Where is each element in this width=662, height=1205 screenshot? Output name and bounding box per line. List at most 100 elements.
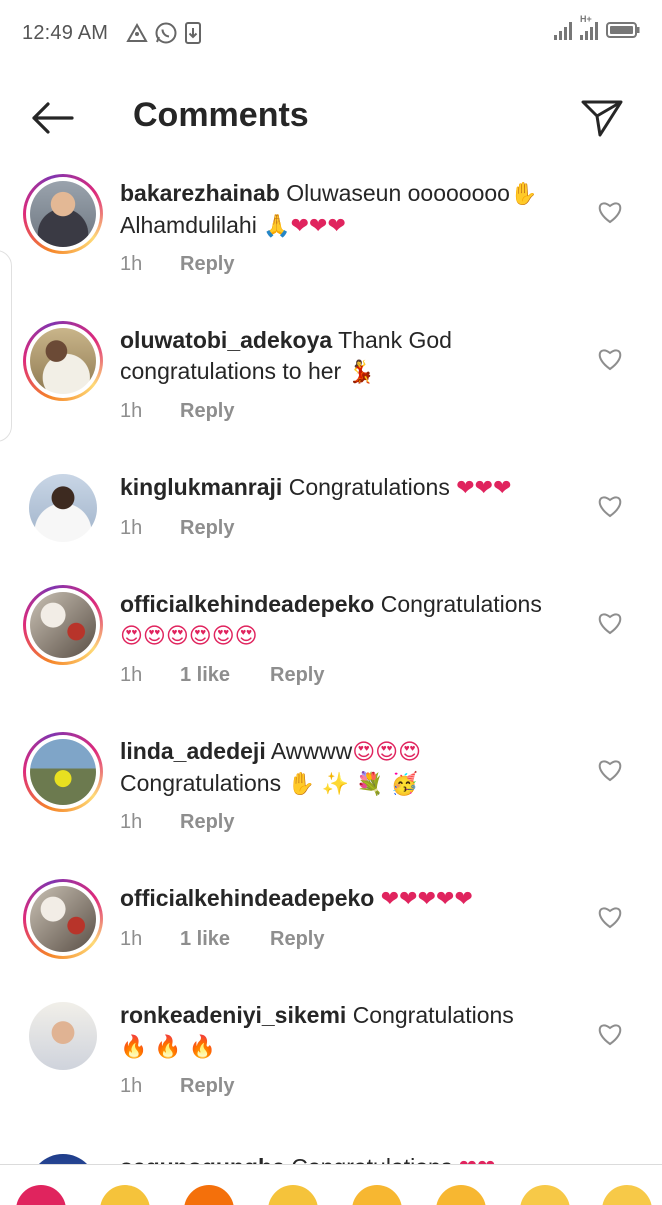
comment-time: 1h xyxy=(120,253,143,275)
avatar[interactable] xyxy=(23,174,103,254)
comment-time: 1h xyxy=(120,928,143,950)
comment-username[interactable]: officialkehindeadepeko xyxy=(120,885,374,911)
avatar[interactable] xyxy=(23,321,103,401)
red-heart-icon: ❤❤❤ xyxy=(290,214,346,239)
avatar[interactable] xyxy=(23,732,103,812)
red-heart-icon: ❤❤❤ xyxy=(456,476,512,501)
avatar[interactable] xyxy=(23,996,103,1076)
reply-button[interactable]: Reply xyxy=(180,811,234,834)
comment-body: ronkeadeniyi_sikemi Congratulations 🔥 🔥 … xyxy=(120,1000,580,1063)
reply-button[interactable]: Reply xyxy=(180,517,234,540)
comment-text-line2: Congratulations xyxy=(120,770,282,796)
comment-body: kinglukmanraji Congratulations ❤❤❤ xyxy=(120,472,580,504)
back-arrow-icon xyxy=(32,102,74,134)
reply-button[interactable]: Reply xyxy=(270,928,324,951)
comment-username[interactable]: ronkeadeniyi_sikemi xyxy=(120,1002,346,1028)
status-bar: 12:49 AM H+ xyxy=(0,0,662,66)
comment-meta: 1h Reply xyxy=(120,400,234,423)
avatar[interactable] xyxy=(23,1148,103,1164)
system-icons: H+ xyxy=(554,14,640,40)
crying-face-icon[interactable] xyxy=(352,1185,402,1205)
comment-text-line2: congratulations to her xyxy=(120,358,342,384)
triangle-icon xyxy=(126,22,148,42)
comment-text: Oluwaseun oooooooo xyxy=(286,180,510,206)
heart-outline-icon xyxy=(598,202,622,224)
heart-eyes-icon: 😍😍😍 xyxy=(352,740,422,765)
dancer-icon: 💃 xyxy=(347,360,375,385)
like-button[interactable] xyxy=(596,903,624,931)
comment-meta: 1h 1 like Reply xyxy=(120,928,324,951)
comment-username[interactable]: kinglukmanraji xyxy=(120,474,282,500)
clap-icon: ✋ xyxy=(509,182,538,207)
reply-button[interactable]: Reply xyxy=(180,400,234,423)
avatar[interactable] xyxy=(23,585,103,665)
comment-username[interactable]: officialkehindeadepeko xyxy=(120,591,374,617)
share-button[interactable] xyxy=(578,96,626,140)
back-button[interactable] xyxy=(28,96,76,140)
signal-icon xyxy=(554,20,572,40)
heart-outline-icon xyxy=(598,907,622,929)
comment-text: Congratulations xyxy=(380,591,542,617)
like-button[interactable] xyxy=(596,756,624,784)
comment-username[interactable]: linda_adedeji xyxy=(120,738,266,764)
red-heart-icon: ❤❤ xyxy=(459,1156,496,1164)
comment-time: 1h xyxy=(120,811,143,833)
pray-icon: 🙏 xyxy=(263,214,291,239)
download-icon xyxy=(185,22,202,44)
page-title: Comments xyxy=(133,96,309,134)
comment-text: Congratulations xyxy=(288,474,450,500)
comment-likes[interactable]: 1 like xyxy=(180,664,270,687)
heart-eyes-icon: 😍😍😍😍😍😍 xyxy=(120,624,258,649)
fire-icon[interactable] xyxy=(184,1185,234,1205)
comment-body: oluwatobi_adekoya Thank God congratulati… xyxy=(120,325,580,388)
signal-icon: H+ xyxy=(580,14,598,40)
avatar[interactable] xyxy=(23,879,103,959)
reply-button[interactable]: Reply xyxy=(270,664,324,687)
comments-header: Comments xyxy=(0,66,662,166)
avatar[interactable] xyxy=(23,468,103,548)
comment-time: 1h xyxy=(120,1075,143,1097)
heart-outline-icon xyxy=(598,496,622,518)
like-button[interactable] xyxy=(596,609,624,637)
comment-meta: 1h Reply xyxy=(120,253,234,276)
like-button[interactable] xyxy=(596,345,624,373)
red-heart-icon[interactable] xyxy=(16,1185,66,1205)
comment-text: Congratulations xyxy=(352,1002,514,1028)
comment-meta: 1h 1 like Reply xyxy=(120,664,324,687)
comment-time: 1h xyxy=(120,517,143,539)
comment-meta: 1h Reply xyxy=(120,517,234,540)
reply-button[interactable]: Reply xyxy=(180,253,234,276)
like-button[interactable] xyxy=(596,198,624,226)
battery-icon xyxy=(606,22,640,38)
like-button[interactable] xyxy=(596,1020,624,1048)
clap-icon[interactable] xyxy=(268,1185,318,1205)
comment-likes[interactable]: 1 like xyxy=(180,928,270,951)
like-button[interactable] xyxy=(596,492,624,520)
comment-text: Congratulations xyxy=(291,1154,452,1164)
whatsapp-icon xyxy=(155,22,177,44)
comment-username[interactable]: oluwatobi_adekoya xyxy=(120,327,332,353)
comment-meta: 1h Reply xyxy=(120,811,234,834)
comment-text: Awwww xyxy=(270,738,353,764)
heart-eyes-icon[interactable] xyxy=(436,1185,486,1205)
send-icon xyxy=(581,100,623,137)
comment-body: bakarezhainab Oluwaseun oooooooo✋ Alhamd… xyxy=(120,178,580,242)
fire-icon: 🔥 🔥 🔥 xyxy=(120,1035,217,1060)
heart-outline-icon xyxy=(598,349,622,371)
clap-icon: ✋ ✨ 💐 🥳 xyxy=(287,772,419,797)
laughing-face-icon[interactable] xyxy=(602,1185,652,1205)
comment-username[interactable]: segunogungbe xyxy=(120,1154,285,1164)
comment-time: 1h xyxy=(120,400,143,422)
comment-text-line2: Alhamdulilahi xyxy=(120,212,257,238)
open-mouth-icon[interactable] xyxy=(520,1185,570,1205)
emoji-quick-bar xyxy=(0,1164,662,1205)
heart-outline-icon xyxy=(598,760,622,782)
comment-username[interactable]: bakarezhainab xyxy=(120,180,280,206)
network-label: H+ xyxy=(580,14,592,24)
reply-button[interactable]: Reply xyxy=(180,1075,234,1098)
raised-hands-icon[interactable] xyxy=(100,1185,150,1205)
comment-body: officialkehindeadepeko ❤❤❤❤❤ xyxy=(120,883,580,915)
notification-icons xyxy=(126,21,202,45)
comment-text: Thank God xyxy=(338,327,452,353)
comment-body: linda_adedeji Awwww😍😍😍 Congratulations ✋… xyxy=(120,736,580,800)
